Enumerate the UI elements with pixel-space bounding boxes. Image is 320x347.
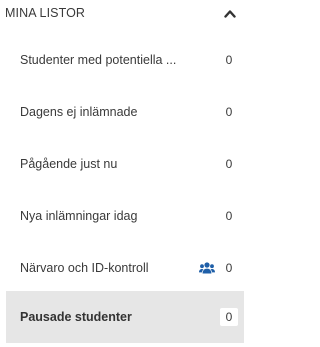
list-item-todays-not-submitted[interactable]: Dagens ej inlämnade 0 [6, 86, 244, 138]
my-lists-panel: MINA LISTOR Studenter med potentiella ..… [0, 0, 256, 347]
list-item-label: Nya inlämningar idag [20, 209, 138, 223]
count-badge: 0 [220, 103, 238, 121]
count-badge: 0 [220, 51, 238, 69]
panel-title: MINA LISTOR [5, 6, 86, 20]
count-badge: 0 [220, 207, 238, 225]
list-item-new-submissions-today[interactable]: Nya inlämningar idag 0 [6, 190, 244, 242]
list-item-attendance-id-check[interactable]: Närvaro och ID-kontroll 0 [6, 242, 244, 294]
list-item-label: Dagens ej inlämnade [20, 105, 138, 119]
count-badge: 0 [220, 155, 238, 173]
count-badge: 0 [220, 259, 238, 277]
list-item-label: Studenter med potentiella ... [20, 53, 177, 67]
panel-header: MINA LISTOR [0, 0, 256, 32]
list-item-ongoing-now[interactable]: Pågående just nu 0 [6, 138, 244, 190]
users-icon [199, 261, 215, 275]
chevron-up-icon [224, 10, 236, 18]
list-item-label: Pågående just nu [20, 157, 118, 171]
list-item-label: Närvaro och ID-kontroll [20, 261, 149, 275]
list-item-potential-students[interactable]: Studenter med potentiella ... 0 [6, 34, 244, 86]
collapse-button[interactable] [220, 4, 240, 24]
list-item-label: Pausade studenter [20, 310, 132, 324]
list-item-paused-students[interactable]: Pausade studenter 0 [6, 291, 244, 343]
count-badge: 0 [220, 308, 238, 326]
